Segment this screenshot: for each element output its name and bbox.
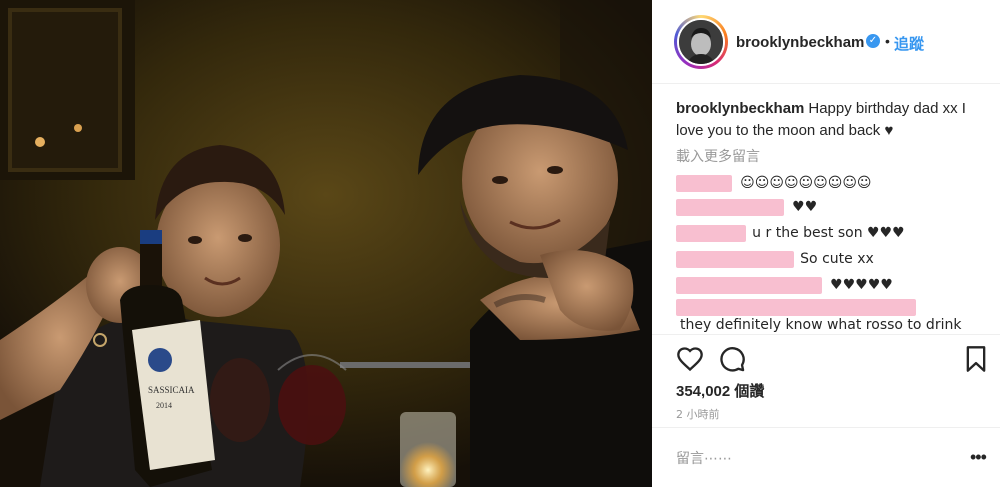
- heart-icon[interactable]: [676, 345, 704, 373]
- comment-row: ☺☺☺☺☺☺☺☺☺: [676, 174, 872, 194]
- post-timestamp[interactable]: 2 小時前: [676, 406, 720, 422]
- redacted-username[interactable]: [676, 224, 746, 242]
- add-comment-section: •••: [652, 427, 1000, 487]
- post-username[interactable]: brooklynbeckham: [736, 34, 864, 51]
- caption: brooklynbeckham Happy birthday dad xx I l…: [676, 98, 976, 142]
- redacted-username[interactable]: [676, 250, 794, 268]
- likes-label: 個讚: [734, 382, 765, 400]
- action-bar: [652, 334, 1000, 384]
- comment-text: So cute xx: [800, 251, 874, 268]
- verified-badge-icon: ✓: [866, 34, 880, 48]
- comment-row: ♥♥: [676, 198, 817, 218]
- comment-text: they definitely know what rosso to drink…: [680, 317, 962, 333]
- comment-row: they definitely know what rosso to drink…: [676, 298, 976, 334]
- svg-text:SASSICAIA: SASSICAIA: [148, 385, 195, 395]
- caption-username[interactable]: brooklynbeckham: [676, 100, 804, 117]
- load-more-comments-button[interactable]: 載入更多留言: [676, 146, 760, 166]
- separator-dot: •: [885, 33, 890, 49]
- comment-icon[interactable]: [718, 345, 746, 373]
- story-ring[interactable]: [674, 15, 728, 69]
- post-photo[interactable]: SASSICAIA 2014: [0, 0, 652, 487]
- comments-section: brooklynbeckham Happy birthday dad xx I l…: [652, 84, 1000, 334]
- comment-row: u r the best son ♥♥♥: [676, 224, 905, 244]
- comment-row: ♥♥♥♥♥: [676, 276, 893, 296]
- comment-text: ♥♥: [792, 199, 818, 216]
- comment-input[interactable]: [676, 448, 946, 470]
- comment-text: ♥♥♥♥♥: [830, 277, 893, 294]
- photo-illustration: SASSICAIA 2014: [0, 0, 652, 487]
- comment-text: u r the best son ♥♥♥: [752, 225, 905, 242]
- likes-count[interactable]: 354,002 個讚: [676, 380, 764, 401]
- likes-number: 354,002: [676, 383, 731, 400]
- comment-row: So cute xx: [676, 250, 874, 270]
- redacted-username[interactable]: [676, 174, 732, 192]
- bookmark-icon[interactable]: [962, 345, 990, 373]
- avatar-image: [679, 20, 723, 64]
- comment-text: ☺☺☺☺☺☺☺☺☺: [740, 175, 872, 192]
- post-header: brooklynbeckham ✓ • 追蹤: [652, 0, 1000, 84]
- avatar[interactable]: [677, 18, 725, 66]
- redacted-username[interactable]: [676, 198, 784, 216]
- svg-text:2014: 2014: [156, 401, 172, 410]
- follow-button[interactable]: 追蹤: [894, 33, 924, 54]
- redacted-username[interactable]: [676, 298, 916, 316]
- post-panel: brooklynbeckham ✓ • 追蹤 brooklynbeckham Ha…: [652, 0, 1000, 487]
- more-options-icon[interactable]: •••: [970, 448, 987, 466]
- redacted-username[interactable]: [676, 276, 822, 294]
